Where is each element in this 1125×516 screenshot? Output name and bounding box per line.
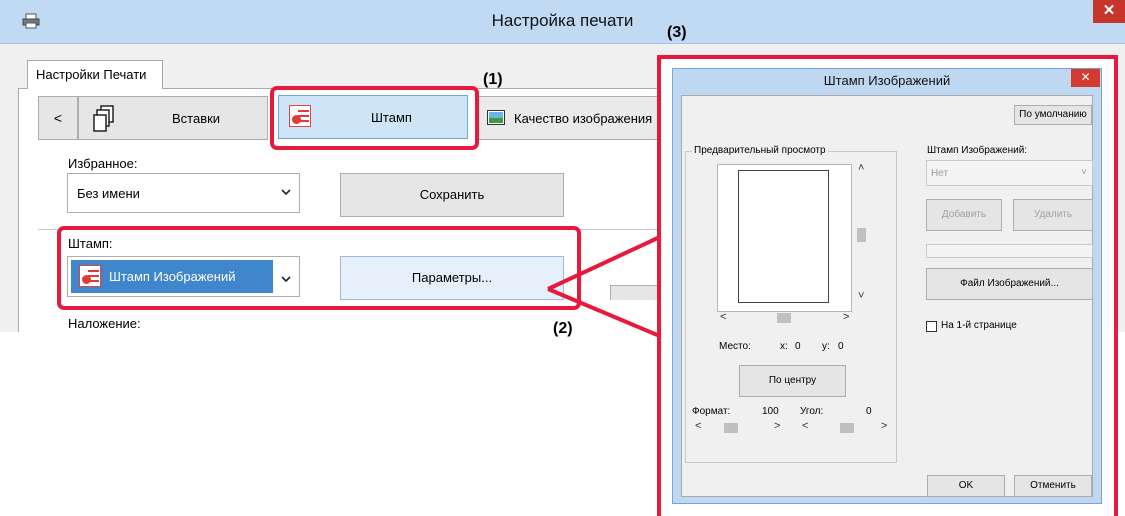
x-label: x: [780,341,788,352]
scroll-right-icon[interactable]: > [843,311,849,323]
preview-caption: Предварительный просмотр [692,145,828,156]
center-button[interactable]: По центру [739,365,846,397]
angle-label: Угол: [800,406,824,417]
ok-button[interactable]: OK [927,475,1005,497]
delete-button[interactable]: Удалить [1013,199,1093,231]
place-label: Место: [719,341,751,352]
chevron-down-icon: ˅ [1081,167,1087,178]
angle-value: 0 [866,406,872,417]
scroll-down-icon[interactable]: ˅ [858,290,864,302]
default-button[interactable]: По умолчанию [1014,105,1092,125]
format-slider-thumb[interactable] [724,423,738,433]
y-label: y: [822,341,830,352]
stamp-dropdown-value: Нет [931,168,949,179]
cancel-button[interactable]: Отменить [1014,475,1092,497]
stamp-dropdown[interactable]: Нет ˅ [926,160,1093,186]
angle-slider-thumb[interactable] [840,423,854,433]
format-value: 100 [762,406,779,417]
angle-left-icon[interactable]: < [802,420,808,432]
first-page-checkbox[interactable] [926,321,937,332]
scroll-up-icon[interactable]: ˄ [858,162,864,174]
horizontal-scroll-thumb[interactable] [777,313,791,323]
dialog-close-button[interactable]: ✕ [1071,69,1100,87]
format-left-icon[interactable]: < [695,420,701,432]
stamp-dropdown-label: Штамп Изображений: [927,145,1028,156]
scroll-left-icon[interactable]: < [720,311,726,323]
y-value: 0 [838,341,844,352]
angle-right-icon[interactable]: > [881,420,887,432]
x-value: 0 [795,341,801,352]
dialog-title: Штамп Изображений [823,73,951,88]
image-path-field[interactable] [926,244,1093,258]
add-button[interactable]: Добавить [926,199,1002,231]
preview-page [738,170,829,303]
vertical-scroll-thumb[interactable] [857,228,866,242]
format-right-icon[interactable]: > [774,420,780,432]
first-page-label: На 1-й странице [941,320,1017,331]
image-file-button[interactable]: Файл Изображений... [926,268,1093,300]
format-label: Формат: [692,406,731,417]
